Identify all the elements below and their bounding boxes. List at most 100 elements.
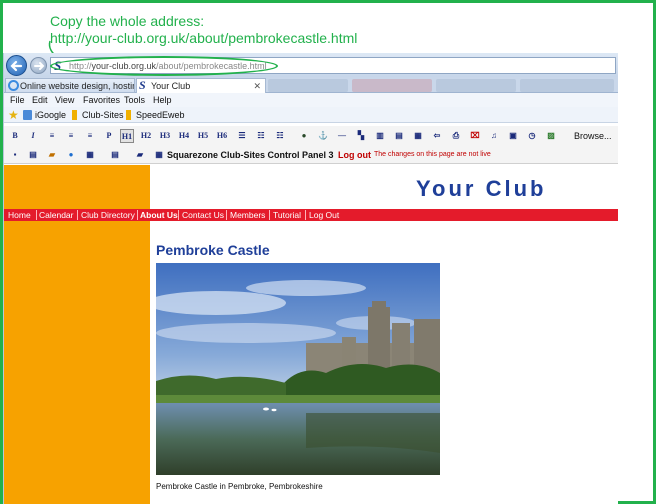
nav-contact-us[interactable]: Contact Us — [182, 209, 224, 221]
italic-button[interactable]: I — [26, 129, 40, 143]
control-panel-icon: ▦ — [155, 150, 163, 159]
clock-icon[interactable]: ◷ — [525, 129, 539, 143]
horizontal-rule-icon[interactable]: — — [335, 129, 349, 143]
table-icon[interactable]: ▥ — [373, 129, 387, 143]
nav-separator — [269, 210, 270, 220]
back-button[interactable] — [6, 55, 27, 76]
nav-separator — [178, 210, 179, 220]
nav-log-out[interactable]: Log Out — [309, 209, 339, 221]
editor-toolbar-2: ▪ ▤ ▰ ● ▦ ▤ ▰ ▦ Squarezone Club-Sites Co… — [4, 146, 618, 164]
nav-about-us[interactable]: About Us — [140, 209, 178, 221]
forward-button[interactable] — [30, 57, 47, 74]
not-live-notice: The changes on this page are not live — [374, 151, 491, 158]
google-icon — [23, 110, 32, 120]
fav-speedeweb[interactable]: SpeedEweb — [124, 107, 185, 123]
nav-members[interactable]: Members — [230, 209, 265, 221]
tab-label: Your Club — [151, 81, 191, 91]
preview-icon[interactable]: ▦ — [83, 148, 97, 162]
photo-caption: Pembroke Castle in Pembroke, Pembrokeshi… — [156, 482, 323, 491]
menu-bar: File Edit View Favorites Tools Help — [4, 93, 618, 107]
nav-separator — [36, 210, 37, 220]
back-arrow-icon — [10, 60, 23, 72]
bookmark-icon — [72, 110, 77, 120]
table-rows-icon[interactable]: ▤ — [392, 129, 406, 143]
fav-label: iGoogle — [35, 110, 67, 120]
logout-link[interactable]: Log out — [338, 148, 371, 162]
table-split-icon[interactable]: ▚ — [354, 129, 368, 143]
blurred-tab — [268, 79, 348, 92]
h3-button[interactable]: H3 — [158, 129, 172, 143]
favorites-star-icon[interactable]: ★ — [8, 109, 19, 121]
h1-button[interactable]: H1 — [120, 129, 134, 143]
annotation-text: Copy the whole address: http://your-club… — [50, 13, 357, 47]
fav-label: Club-Sites — [82, 110, 124, 120]
align-right-icon[interactable]: ≡ — [83, 129, 97, 143]
fav-club-sites[interactable]: Club-Sites — [70, 107, 124, 123]
menu-edit[interactable]: Edit — [32, 93, 48, 107]
nav-separator — [137, 210, 138, 220]
nav-tutorial[interactable]: Tutorial — [273, 209, 301, 221]
calendar-icon[interactable]: ▣ — [506, 129, 520, 143]
print-icon[interactable]: ⎙ — [449, 129, 463, 143]
nav-club-directory[interactable]: Club Directory — [81, 209, 135, 221]
address-bar-row: S http://your-club.org.uk/about/pembroke… — [4, 53, 618, 77]
link-icon[interactable]: ● — [297, 129, 311, 143]
menu-tools[interactable]: Tools — [124, 93, 145, 107]
save-icon[interactable]: ▪ — [8, 148, 22, 162]
open-folder-icon[interactable]: ▰ — [45, 148, 59, 162]
browse-button[interactable]: Browse... — [574, 129, 612, 143]
page-title: Pembroke Castle — [156, 242, 270, 258]
globe-icon[interactable]: ● — [64, 148, 78, 162]
page-content: Pembroke Castle Pembroke Castle in Pembr… — [150, 221, 618, 504]
site-nav: Home Calendar Club Directory About Us Co… — [4, 209, 618, 221]
h6-button[interactable]: H6 — [215, 129, 229, 143]
justify-icon[interactable]: ☰ — [235, 129, 249, 143]
annotation-highlight-ring — [50, 56, 278, 76]
favorites-bar: ★ iGoogle Club-Sites SpeedEweb — [4, 107, 618, 123]
forward-arrow-icon — [34, 62, 45, 70]
h2-button[interactable]: H2 — [139, 129, 153, 143]
nav-calendar[interactable]: Calendar — [39, 209, 74, 221]
blurred-tab — [520, 79, 614, 92]
new-page-icon[interactable]: ▤ — [26, 148, 40, 162]
lock-icon[interactable]: ▰ — [133, 148, 147, 162]
site-title: Your Club — [416, 176, 547, 201]
site-header: Your Club — [150, 165, 618, 209]
align-left-icon[interactable]: ≡ — [45, 129, 59, 143]
tab-bar: Online website design, hosting... S Your… — [4, 77, 618, 93]
h5-button[interactable]: H5 — [196, 129, 210, 143]
tab-close-button[interactable]: ✕ — [253, 79, 261, 93]
castle-photo — [156, 263, 440, 475]
table-cols-icon[interactable]: ▦ — [411, 129, 425, 143]
undo-arrow-icon[interactable]: ⇦ — [430, 129, 444, 143]
fav-igoogle[interactable]: iGoogle — [23, 107, 66, 123]
menu-view[interactable]: View — [55, 93, 74, 107]
paragraph-button[interactable]: P — [102, 129, 116, 143]
tab-label: Online website design, hosting... — [20, 81, 134, 91]
image-icon[interactable]: ▨ — [544, 129, 558, 143]
align-center-icon[interactable]: ≡ — [64, 129, 78, 143]
numbered-list-icon[interactable]: ☷ — [254, 129, 268, 143]
menu-help[interactable]: Help — [153, 93, 172, 107]
annotation-line-1: Copy the whole address: — [50, 13, 205, 29]
anchor-icon[interactable]: ⚓ — [316, 129, 330, 143]
nav-separator — [77, 210, 78, 220]
menu-favorites[interactable]: Favorites — [83, 93, 120, 107]
bold-button[interactable]: B — [8, 129, 22, 143]
delete-icon[interactable]: ⌧ — [468, 129, 482, 143]
blurred-tab — [436, 79, 516, 92]
editor-toolbar-1: B I ≡ ≡ ≡ P H1 H2 H3 H4 H5 H6 ☰ ☷ ☷ ● ⚓ … — [4, 126, 618, 146]
bullet-list-icon[interactable]: ☷ — [273, 129, 287, 143]
fav-label: SpeedEweb — [136, 110, 185, 120]
h4-button[interactable]: H4 — [177, 129, 191, 143]
document-icon[interactable]: ▤ — [108, 148, 122, 162]
nav-home[interactable]: Home — [8, 209, 31, 221]
menu-file[interactable]: File — [10, 93, 25, 107]
site-favicon-icon: S — [139, 78, 146, 92]
music-icon[interactable]: ♫ — [487, 129, 501, 143]
blurred-tabs — [268, 79, 616, 92]
blurred-tab — [352, 79, 432, 92]
tab-your-club[interactable]: S Your Club ✕ — [136, 78, 266, 93]
tab-online-website-design[interactable]: Online website design, hosting... — [5, 78, 135, 93]
browser-window: S http://your-club.org.uk/about/pembroke… — [3, 53, 618, 504]
